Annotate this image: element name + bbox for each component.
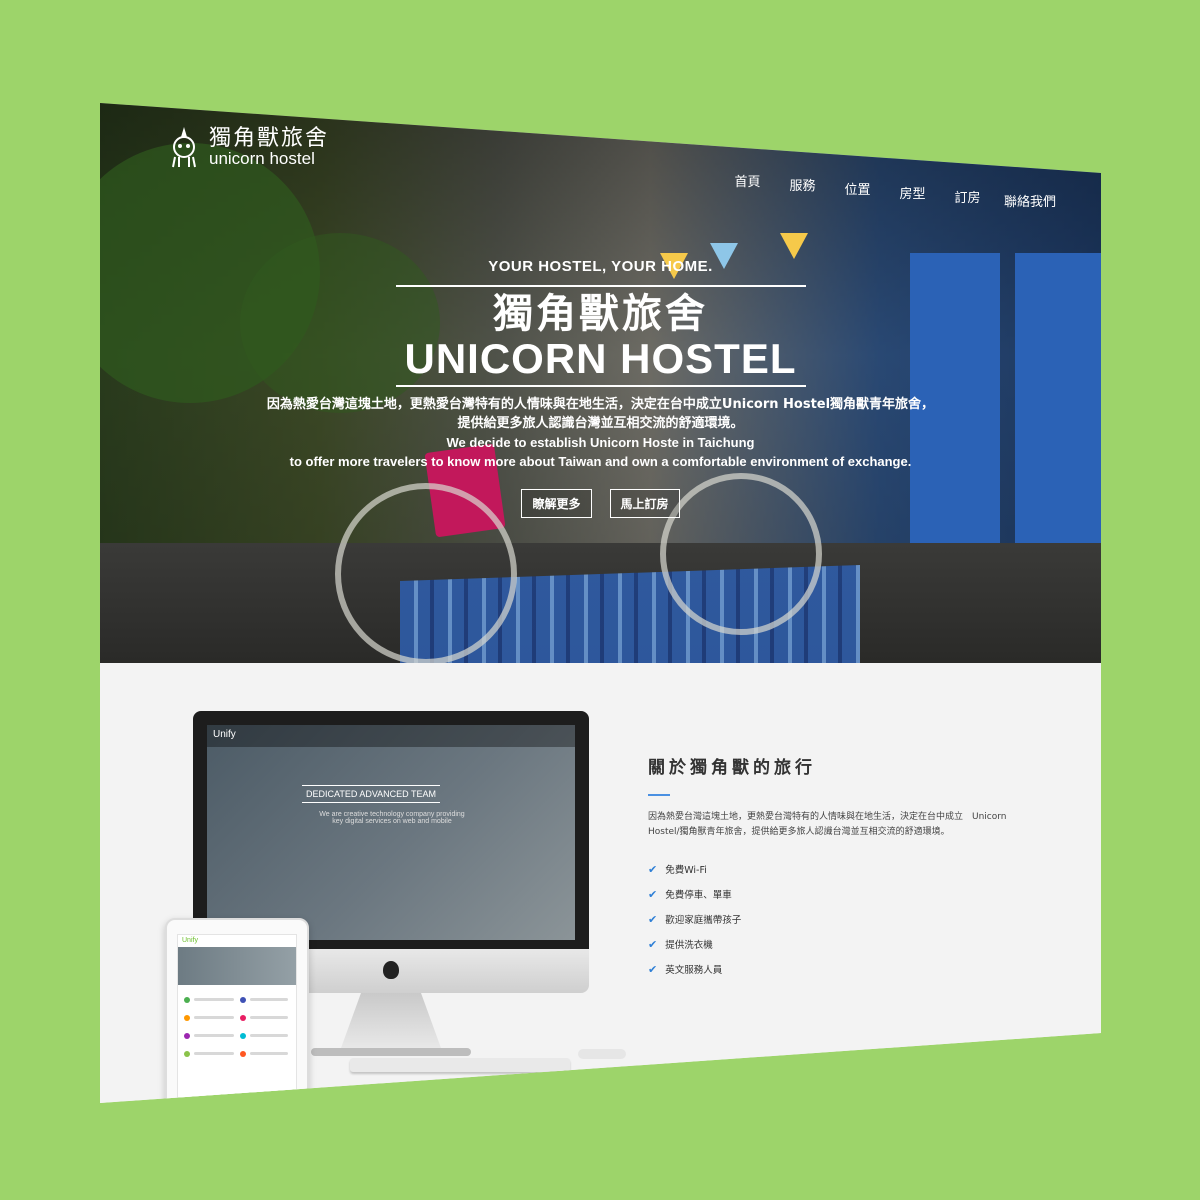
feature-item: ✔ 英文服務人員 [648, 962, 1038, 977]
list-line [194, 1016, 234, 1019]
logo-text-en: unicorn hostel [209, 148, 315, 168]
imac-stand [341, 993, 441, 1048]
check-icon: ✔ [648, 937, 658, 951]
magic-mouse [578, 1049, 626, 1059]
nav-item-rooms[interactable]: 房型 [885, 183, 940, 202]
apple-logo-icon [383, 961, 399, 979]
screen-subtext: We are creative technology company provi… [319, 811, 465, 825]
screen-headline: DEDICATED ADVANCED TEAM [302, 785, 441, 803]
feature-label: 提供洗衣機 [665, 940, 713, 951]
check-icon: ✔ [648, 962, 658, 976]
main-nav: 首頁 服務 位置 房型 訂房 聯絡我們 [720, 171, 1065, 210]
list-line [194, 1034, 234, 1037]
hero-desc-zh-line1: 因為熱愛台灣這塊土地，更熱愛台灣特有的人情味與在地生活，決定在台中成立Unico… [266, 397, 935, 413]
divider [395, 285, 806, 287]
about-section: Unify DEDICATED ADVANCED TEAM We are cre… [100, 663, 1101, 1103]
feature-item: ✔ 提供洗衣機 [648, 937, 1038, 952]
feature-label: 歡迎家庭攜帶孩子 [665, 915, 742, 926]
hero-desc-en-line2: to offer more travelers to know more abo… [289, 454, 912, 470]
feature-label: 英文服務人員 [665, 965, 723, 976]
feature-label: 免費Wi-Fi [665, 865, 707, 876]
list-line [194, 1052, 234, 1055]
check-icon: ✔ [648, 887, 658, 901]
list-dot [240, 1015, 246, 1021]
feature-label: 免費停車、單車 [665, 890, 732, 901]
check-icon: ✔ [648, 862, 658, 876]
imac-screen: Unify DEDICATED ADVANCED TEAM We are cre… [207, 725, 575, 940]
learn-more-button[interactable]: 瞭解更多 [521, 489, 592, 519]
keyboard [350, 1058, 570, 1072]
screen-navbar [207, 725, 575, 747]
nav-item-contact[interactable]: 聯絡我們 [995, 191, 1065, 210]
hero-description: 因為熱愛台灣這塊土地，更熱愛台灣特有的人情味與在地生活，決定在台中成立Unico… [100, 395, 1101, 471]
divider [395, 385, 806, 388]
list-line [250, 1034, 288, 1037]
hero-section: 獨角獸旅舍 unicorn hostel 首頁 服務 位置 房型 訂房 聯絡我們… [100, 103, 1101, 663]
list-dot [184, 1033, 190, 1039]
hero-desc-en-line1: We decide to establish Unicorn Hoste in … [446, 435, 755, 451]
about-content: 關於獨角獸的旅行 因為熱愛台灣這塊土地，更熱愛台灣特有的人情味與在地生活，決定在… [648, 753, 1038, 987]
book-now-button[interactable]: 馬上訂房 [609, 489, 680, 519]
bunting-flag [780, 233, 808, 259]
ipad-screen: Unify [177, 934, 297, 1103]
list-dot [240, 997, 246, 1003]
logo-text-zh: 獨角獸旅舍 [209, 125, 330, 151]
unicorn-logo-icon [172, 127, 196, 168]
hero-content: YOUR HOSTEL, YOUR HOME. 獨角獸旅舍 UNICORN HO… [100, 258, 1101, 519]
list-dot [184, 1015, 190, 1021]
hero-title-zh: 獨角獸旅舍 [493, 291, 708, 337]
nav-item-location[interactable]: 位置 [830, 179, 885, 198]
list-dot [184, 997, 190, 1003]
list-line [250, 998, 288, 1001]
check-icon: ✔ [648, 912, 658, 926]
ipad-mockup: Unify [165, 918, 309, 1103]
nav-item-services[interactable]: 服務 [775, 175, 830, 194]
about-divider [648, 794, 670, 796]
feature-item: ✔ 免費停車、單車 [648, 887, 1038, 902]
about-title: 關於獨角獸的旅行 [648, 758, 816, 778]
list-line [194, 998, 234, 1001]
feature-list: ✔ 免費Wi-Fi ✔ 免費停車、單車 ✔ 歡迎家庭攜帶孩子 ✔ 提供洗衣機 ✔ 英文服務… [648, 862, 1038, 977]
nav-item-home[interactable]: 首頁 [720, 171, 775, 190]
list-line [250, 1052, 288, 1055]
feature-item: ✔ 歡迎家庭攜帶孩子 [648, 912, 1038, 927]
feature-item: ✔ 免費Wi-Fi [648, 862, 1038, 877]
hero-tagline: YOUR HOSTEL, YOUR HOME. [488, 258, 713, 275]
screen-brand: Unify [213, 729, 236, 740]
about-body: 因為熱愛台灣這塊土地，更熱愛台灣特有的人情味與在地生活，決定在台中成立 Unic… [648, 812, 1007, 837]
ipad-hero-image [178, 947, 296, 985]
list-line [250, 1016, 288, 1019]
list-dot [240, 1033, 246, 1039]
list-dot [184, 1051, 190, 1057]
ipad-brand: Unify [182, 937, 198, 944]
list-dot [240, 1051, 246, 1057]
hero-desc-zh-line2: 提供給更多旅人認識台灣並互相交流的舒適環境。 [457, 416, 744, 432]
hero-title-en: UNICORN HOSTEL [404, 335, 797, 382]
imac-foot [311, 1048, 471, 1056]
nav-item-booking[interactable]: 訂房 [940, 187, 995, 206]
hero-cta-group: 瞭解更多 馬上訂房 [100, 489, 1101, 519]
website-mockup: 獨角獸旅舍 unicorn hostel 首頁 服務 位置 房型 訂房 聯絡我們… [100, 103, 1101, 1103]
site-logo[interactable]: 獨角獸旅舍 unicorn hostel [165, 125, 329, 169]
